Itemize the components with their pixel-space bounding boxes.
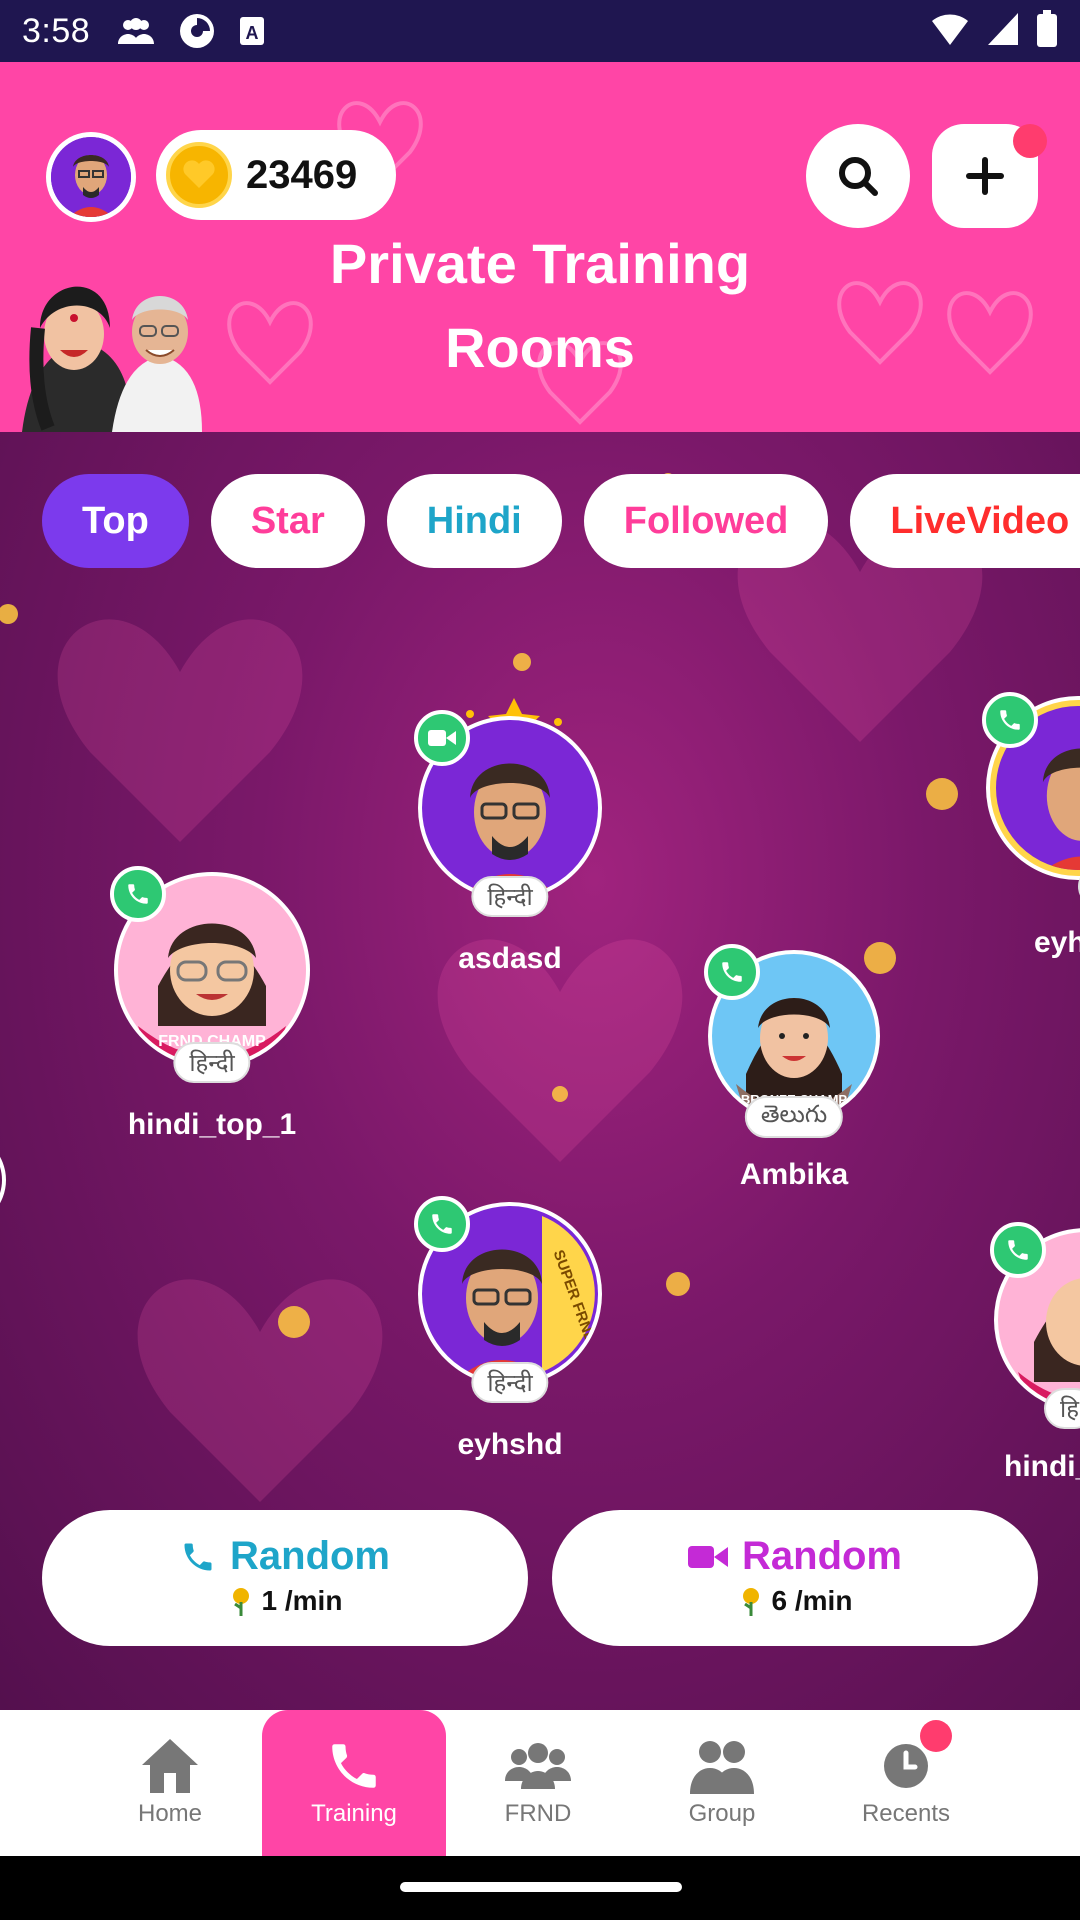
phone-call-icon (110, 866, 166, 922)
friends-icon (505, 1743, 571, 1789)
filter-tabs: Top Star Hindi Followed LiveVideo (42, 474, 1080, 568)
rose-icon (742, 1588, 759, 1616)
battery-icon (1037, 10, 1057, 47)
page-title-line-2: Rooms (445, 316, 635, 379)
rose-icon (232, 1588, 249, 1616)
user-card-eyhshd[interactable]: SUPER FRND हिन्दी eyhshd (414, 1196, 602, 1472)
tab-top[interactable]: Top (42, 474, 189, 568)
rooms-area: Top Star Hindi Followed LiveVideo हिन्दी… (0, 432, 1080, 1710)
random-voice-label: Random (230, 1534, 390, 1578)
group-icon (690, 1741, 754, 1794)
page-title-line-1: Private Training (329, 232, 751, 295)
header-banner: 23469 Private Training Rooms (0, 62, 1080, 432)
coin-value: 23469 (246, 152, 358, 197)
app-logo-icon (180, 14, 215, 48)
nav-recents[interactable]: Recents (814, 1710, 998, 1856)
status-bar: 3:58 A (0, 0, 1080, 62)
home-gesture-handle[interactable] (400, 1882, 682, 1892)
tab-label: LiveVideo (890, 499, 1070, 542)
random-voice-rate: 1 /min (261, 1585, 343, 1616)
nav-home[interactable]: Home (78, 1710, 262, 1856)
tab-star[interactable]: Star (210, 474, 365, 568)
language-tag: हिन्दी (471, 876, 549, 917)
phone-call-icon (982, 692, 1038, 748)
svg-text:A: A (246, 23, 259, 43)
user-card-ambika[interactable]: BRONZE CHAMP తెలుగు Ambika (704, 944, 880, 1220)
tab-followed[interactable]: Followed (583, 474, 829, 568)
random-video-call-button[interactable]: Random 6 /min (552, 1510, 1038, 1646)
gesture-bar (0, 1856, 1080, 1920)
user-card-hindi-partial[interactable]: हि hindi_ (990, 1222, 1080, 1498)
status-time: 3:58 (22, 11, 91, 50)
tab-label: Followed (623, 499, 789, 542)
phone-call-icon (704, 944, 760, 1000)
nav-training[interactable]: Training (262, 1710, 446, 1856)
username: hindi_ (1004, 1450, 1080, 1483)
random-voice-call-button[interactable]: Random 1 /min (42, 1510, 528, 1646)
nav-label: Home (137, 1800, 203, 1827)
tab-label: Top (82, 499, 149, 542)
username: eyhshd (457, 1428, 563, 1461)
nav-label: Recents (861, 1800, 951, 1827)
phone-call-icon (414, 1196, 470, 1252)
user-card-hindi-top-1[interactable]: FRND CHAMP हिन्दी hindi_top_1 (110, 866, 310, 1142)
plus-icon (966, 157, 1004, 195)
phone-icon (332, 1744, 376, 1788)
profile-avatar[interactable] (46, 132, 136, 222)
recents-notification-dot (920, 1720, 952, 1752)
video-camera-icon (688, 1545, 728, 1568)
phone-icon (184, 1543, 212, 1570)
page-title: Private Training Rooms (280, 222, 800, 390)
tab-label: Star (250, 499, 325, 542)
phone-call-icon (990, 1222, 1046, 1278)
tab-label: Hindi (426, 499, 522, 542)
nav-group[interactable]: Group (630, 1710, 814, 1856)
nav-frnd[interactable]: FRND (446, 1710, 630, 1856)
random-video-rate: 6 /min (771, 1585, 853, 1616)
tab-hindi[interactable]: Hindi (386, 474, 562, 568)
coin-heart-icon (166, 142, 232, 208)
people-icon (118, 18, 155, 44)
random-video-label: Random (742, 1534, 902, 1578)
user-card-eyh[interactable]: हि eyh (982, 692, 1080, 966)
tab-livevideo[interactable]: LiveVideo (850, 474, 1080, 568)
clock-icon (884, 1744, 928, 1788)
language-tag: తెలుగు (744, 1096, 844, 1138)
notification-dot (1013, 124, 1047, 158)
nav-label: Group (688, 1800, 756, 1827)
bottom-navigation: Home Training FRND Group Recents (0, 1710, 1080, 1856)
home-icon (142, 1739, 198, 1793)
language-tag: हिन्दी (173, 1042, 251, 1083)
search-icon (839, 157, 878, 196)
nav-label: FRND (504, 1800, 572, 1827)
nav-label: Training (311, 1800, 397, 1827)
search-button[interactable] (806, 124, 910, 228)
language-tag: हिन्दी (471, 1362, 549, 1403)
coin-balance[interactable]: 23469 (156, 130, 396, 220)
language-tag: हि (1044, 1388, 1080, 1429)
wifi-icon (932, 14, 968, 45)
username: eyh (1034, 926, 1080, 959)
username: hindi_top_1 (127, 1108, 297, 1141)
username: Ambika (739, 1158, 849, 1191)
video-call-icon (414, 710, 470, 766)
couple-illustration (22, 286, 202, 432)
user-card-asdasd[interactable]: हिन्दी asdasd (414, 698, 602, 986)
username: asdasd (458, 942, 562, 975)
signal-icon (988, 13, 1018, 45)
font-a-icon: A (240, 17, 265, 45)
